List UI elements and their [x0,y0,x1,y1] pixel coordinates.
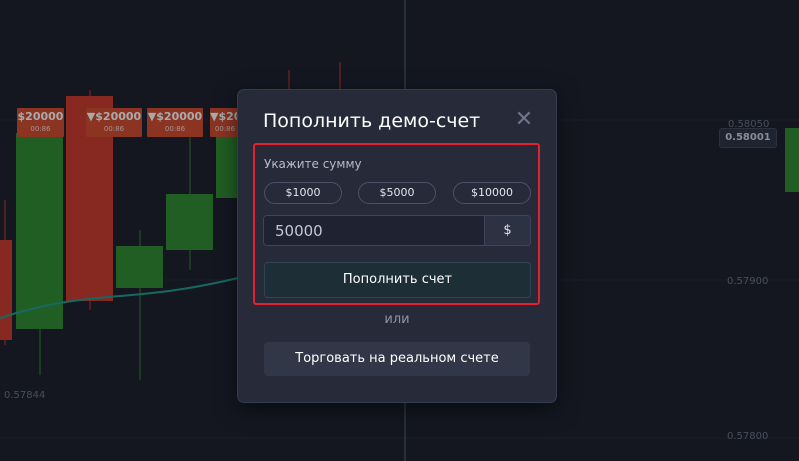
currency-label: $ [484,216,530,245]
trade-real-account-button[interactable]: Торговать на реальном счете [264,342,530,376]
close-icon[interactable]: ✕ [514,109,534,131]
amount-input[interactable] [264,216,484,245]
amount-label: Укажите сумму [264,157,362,171]
modal-title: Пополнить демо-счет [263,110,481,132]
preset-button-5000[interactable]: $5000 [358,182,436,204]
preset-button-10000[interactable]: $10000 [453,182,531,204]
amount-field: $ [263,215,531,246]
deposit-button[interactable]: Пополнить счет [264,262,531,298]
demo-deposit-modal: Пополнить демо-счет ✕ Укажите сумму $100… [237,89,557,403]
preset-button-1000[interactable]: $1000 [264,182,342,204]
or-separator: или [384,312,410,327]
